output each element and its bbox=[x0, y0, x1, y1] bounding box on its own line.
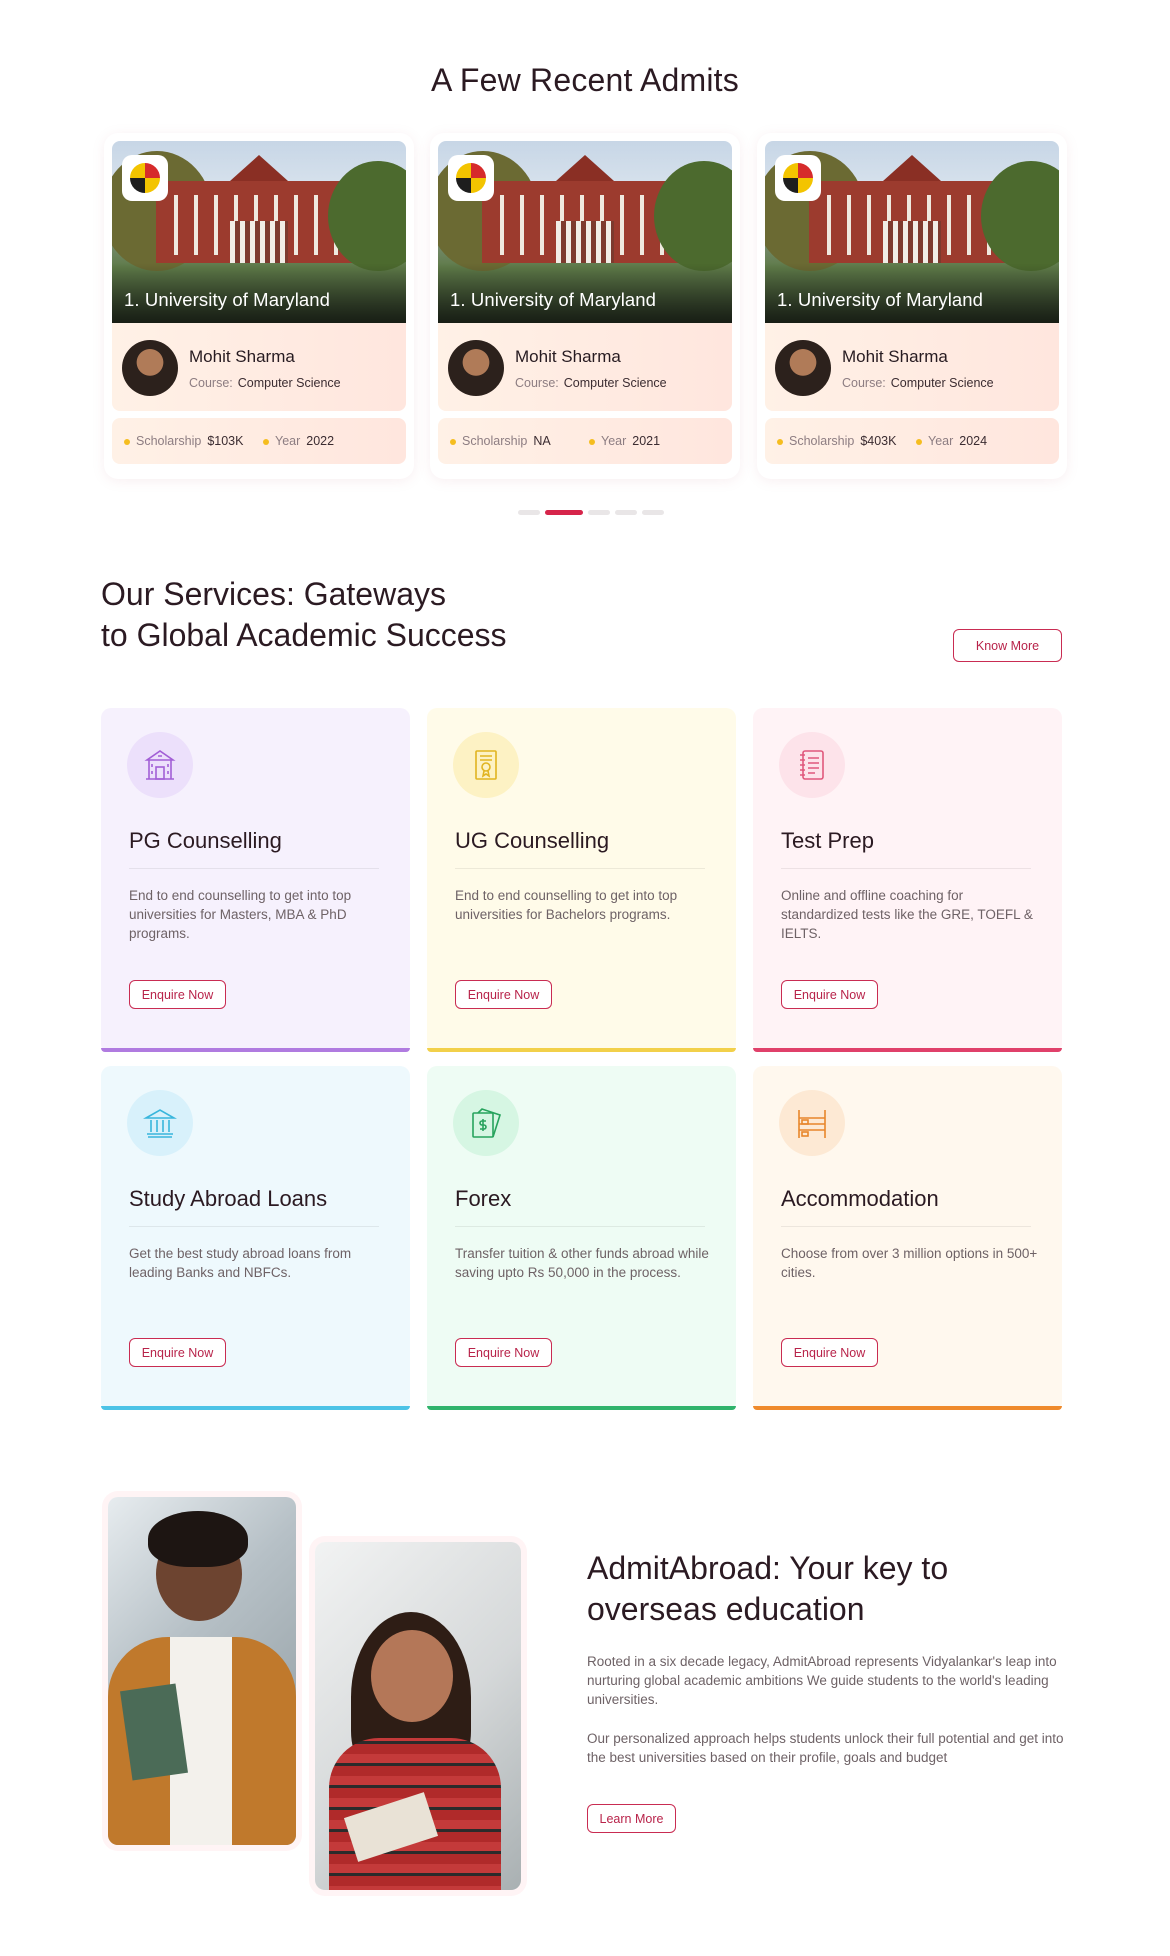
learn-more-button[interactable]: Learn More bbox=[587, 1804, 676, 1833]
year-value: 2022 bbox=[306, 434, 335, 448]
year-info: Year 2021 bbox=[589, 434, 660, 448]
university-name: 1. University of Maryland bbox=[777, 289, 984, 310]
university-logo-icon bbox=[775, 155, 821, 201]
service-card[interactable]: UG Counselling End to end counselling to … bbox=[427, 708, 736, 1052]
divider bbox=[455, 1226, 705, 1227]
carousel-dot[interactable] bbox=[615, 510, 637, 515]
service-title: Study Abroad Loans bbox=[129, 1186, 328, 1211]
admit-card[interactable]: 1. University of Maryland Mohit Sharma C… bbox=[104, 133, 414, 479]
certificate-icon bbox=[453, 732, 519, 798]
service-description: End to end counselling to get into top u… bbox=[129, 888, 352, 941]
divider bbox=[129, 1226, 379, 1227]
student-name: Mohit Sharma bbox=[189, 347, 295, 366]
about-paragraph: Our personalized approach helps students… bbox=[587, 1731, 1064, 1765]
accent-bar bbox=[427, 1406, 736, 1410]
service-title: Test Prep bbox=[781, 828, 874, 853]
admit-meta: Scholarship NA Year 2021 bbox=[438, 418, 732, 464]
divider bbox=[781, 868, 1031, 869]
accent-bar bbox=[101, 1406, 410, 1410]
accent-bar bbox=[753, 1048, 1062, 1052]
carousel-pagination bbox=[518, 510, 664, 515]
enquire-now-button[interactable]: Enquire Now bbox=[129, 980, 226, 1009]
course-info: Course: Computer Science bbox=[515, 376, 667, 390]
accent-bar bbox=[753, 1406, 1062, 1410]
service-title: Accommodation bbox=[781, 1186, 939, 1211]
service-title: PG Counselling bbox=[129, 828, 282, 853]
campus-photo: 1. University of Maryland bbox=[438, 141, 732, 323]
enquire-now-button[interactable]: Enquire Now bbox=[781, 980, 878, 1009]
carousel-dot[interactable] bbox=[588, 510, 610, 515]
student-avatar bbox=[448, 340, 504, 396]
service-description: Transfer tuition & other funds abroad wh… bbox=[455, 1246, 709, 1280]
university-logo-icon bbox=[122, 155, 168, 201]
bunk-bed-icon bbox=[779, 1090, 845, 1156]
scholarship-value: $103K bbox=[207, 434, 244, 448]
service-description: Choose from over 3 million options in 50… bbox=[781, 1246, 1038, 1280]
about-paragraph: Rooted in a six decade legacy, AdmitAbro… bbox=[587, 1654, 1057, 1707]
course-value: Computer Science bbox=[237, 376, 341, 390]
course-value: Computer Science bbox=[563, 376, 667, 390]
service-card[interactable]: Test Prep Online and offline coaching for… bbox=[753, 708, 1062, 1052]
service-title: UG Counselling bbox=[455, 828, 610, 853]
university-name: 1. University of Maryland bbox=[450, 289, 657, 310]
admit-meta: Scholarship $403K Year 2024 bbox=[765, 418, 1059, 464]
service-card[interactable]: Forex Transfer tuition & other funds abro… bbox=[427, 1066, 736, 1410]
student-name: Mohit Sharma bbox=[515, 347, 621, 366]
scholarship-value: $403K bbox=[860, 434, 897, 448]
service-card[interactable]: Study Abroad Loans Get the best study abr… bbox=[101, 1066, 410, 1410]
service-card[interactable]: Accommodation Choose from over 3 million … bbox=[753, 1066, 1062, 1410]
student-name: Mohit Sharma bbox=[842, 347, 948, 366]
course-info: Course: Computer Science bbox=[189, 376, 341, 390]
know-more-button[interactable]: Know More bbox=[953, 629, 1062, 662]
divider bbox=[781, 1226, 1031, 1227]
campus-photo: 1. University of Maryland bbox=[112, 141, 406, 323]
enquire-now-button[interactable]: Enquire Now bbox=[129, 1338, 226, 1367]
divider bbox=[129, 868, 379, 869]
accent-bar bbox=[101, 1048, 410, 1052]
student-avatar bbox=[122, 340, 178, 396]
enquire-now-button[interactable]: Enquire Now bbox=[455, 1338, 552, 1367]
service-title: Forex bbox=[455, 1186, 512, 1211]
year-info: Year 2024 bbox=[916, 434, 987, 448]
year-info: Year 2022 bbox=[263, 434, 334, 448]
accent-bar bbox=[427, 1048, 736, 1052]
service-card[interactable]: PG Counselling End to end counselling to … bbox=[101, 708, 410, 1052]
university-logo-icon bbox=[448, 155, 494, 201]
scholarship-info: Scholarship NA bbox=[450, 434, 551, 448]
bank-icon bbox=[127, 1090, 193, 1156]
campus-photo: 1. University of Maryland bbox=[765, 141, 1059, 323]
service-description: Online and offline coaching for standard… bbox=[781, 888, 1033, 941]
scholarship-info: Scholarship $403K bbox=[777, 434, 896, 448]
divider bbox=[455, 868, 705, 869]
enquire-now-button[interactable]: Enquire Now bbox=[455, 980, 552, 1009]
scholarship-value: NA bbox=[533, 434, 551, 448]
university-building-icon bbox=[127, 732, 193, 798]
carousel-dot[interactable] bbox=[642, 510, 664, 515]
about-title: AdmitAbroad: Your key to overseas educat… bbox=[587, 1550, 949, 1627]
admit-card[interactable]: 1. University of Maryland Mohit Sharma C… bbox=[757, 133, 1067, 479]
notebook-icon bbox=[779, 732, 845, 798]
student-photo bbox=[108, 1497, 296, 1845]
admit-meta: Scholarship $103K Year 2022 bbox=[112, 418, 406, 464]
admit-card[interactable]: 1. University of Maryland Mohit Sharma C… bbox=[430, 133, 740, 479]
year-value: 2024 bbox=[959, 434, 988, 448]
admits-title: A Few Recent Admits bbox=[431, 62, 739, 98]
service-description: End to end counselling to get into top u… bbox=[455, 888, 678, 922]
enquire-now-button[interactable]: Enquire Now bbox=[781, 1338, 878, 1367]
year-value: 2021 bbox=[632, 434, 661, 448]
student-photo bbox=[315, 1542, 521, 1890]
service-description: Get the best study abroad loans from lea… bbox=[129, 1246, 352, 1280]
university-name: 1. University of Maryland bbox=[124, 289, 331, 310]
services-title: Our Services: Gateways to Global Academi… bbox=[101, 576, 507, 653]
scholarship-info: Scholarship $103K bbox=[124, 434, 243, 448]
carousel-dot-active[interactable] bbox=[545, 510, 583, 515]
course-value: Computer Science bbox=[890, 376, 994, 390]
student-avatar bbox=[775, 340, 831, 396]
course-info: Course: Computer Science bbox=[842, 376, 994, 390]
money-transfer-icon bbox=[453, 1090, 519, 1156]
carousel-dot[interactable] bbox=[518, 510, 540, 515]
